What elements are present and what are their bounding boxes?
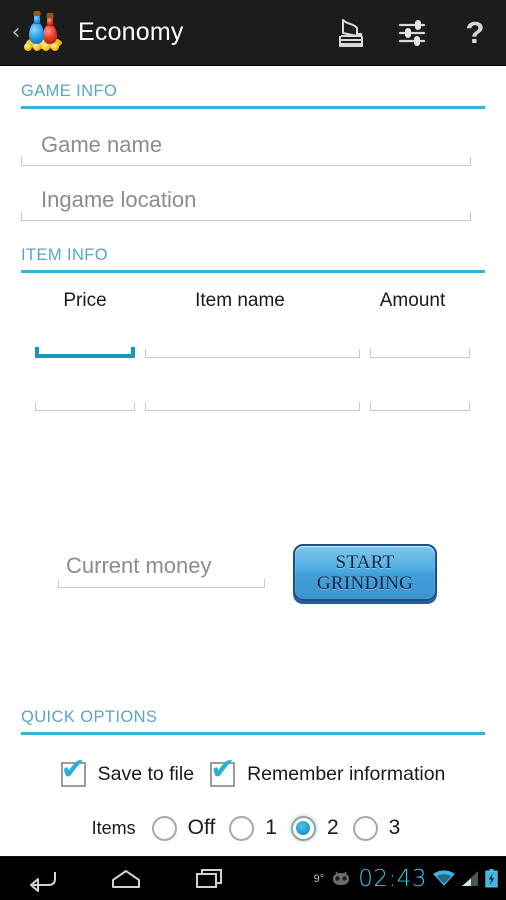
- column-header-price: Price: [63, 290, 107, 311]
- input-underline: [370, 349, 470, 358]
- notes-action-button[interactable]: [320, 0, 382, 66]
- temperature-indicator: 9°: [313, 872, 325, 885]
- section-label: ITEM INFO: [21, 246, 109, 264]
- quick-options-checkbox-row: ✔ Save to file ✔ Remember information: [0, 754, 506, 791]
- coin-shape: [42, 42, 50, 51]
- cyanogenmod-head-icon: [333, 871, 350, 885]
- section-label: QUICK OPTIONS: [21, 708, 158, 726]
- section-header-game-info: GAME INFO: [21, 82, 485, 109]
- section-divider: [21, 732, 485, 735]
- action-bar: ‹ Economy ?: [0, 0, 506, 66]
- ingame-location-placeholder: Ingame location: [41, 187, 197, 212]
- items-radio-off-label: Off: [187, 816, 216, 839]
- items-radio-1-label: 1: [265, 816, 277, 839]
- potion-neck: [33, 14, 40, 24]
- start-grinding-label: START GRINDING: [317, 552, 413, 594]
- help-question-icon: ?: [465, 15, 485, 50]
- coin-shape: [51, 42, 59, 51]
- items-radio-2-label: 2: [326, 816, 339, 839]
- back-arrow-icon: [30, 871, 56, 892]
- recent-apps-icon: [196, 868, 222, 888]
- section-divider: [21, 106, 485, 109]
- items-group-label: Items: [91, 817, 136, 838]
- item-row-2-name-input[interactable]: [145, 377, 360, 411]
- notes-stack-icon: [339, 18, 363, 47]
- item-row-2-amount-input[interactable]: [370, 377, 470, 411]
- page-title: Economy: [78, 18, 184, 46]
- wifi-icon: [433, 870, 455, 886]
- input-underline: [21, 212, 471, 221]
- potion-neck: [47, 16, 53, 26]
- ingame-location-input[interactable]: Ingame location: [21, 179, 471, 221]
- input-underline: [370, 402, 470, 411]
- tune-sliders-icon: [398, 19, 426, 46]
- check-icon: ✔: [60, 751, 86, 787]
- section-divider: [21, 270, 485, 273]
- content-area: GAME INFO Game name Ingame location ITEM…: [0, 66, 506, 856]
- start-grinding-line-2: GRINDING: [316, 572, 414, 594]
- status-clock: 02:43: [358, 865, 427, 892]
- help-action-button[interactable]: ?: [444, 0, 506, 66]
- start-grinding-line-1: START: [335, 551, 395, 573]
- section-header-item-info: ITEM INFO: [21, 246, 485, 273]
- column-header-amount: Amount: [379, 290, 446, 311]
- start-grinding-button[interactable]: START GRINDING: [293, 544, 437, 601]
- input-underline: [145, 349, 360, 358]
- check-icon: ✔: [210, 751, 236, 787]
- remember-information-checkbox[interactable]: ✔: [210, 754, 235, 787]
- item-row-1-name-input[interactable]: [145, 324, 360, 358]
- item-row-1-price-input[interactable]: [35, 324, 135, 358]
- section-header-quick-options: QUICK OPTIONS: [21, 708, 485, 735]
- input-underline: [21, 157, 471, 166]
- cellular-signal-icon: [462, 871, 478, 886]
- items-radio-3[interactable]: [352, 815, 378, 841]
- back-button[interactable]: [0, 857, 84, 900]
- home-button[interactable]: [84, 857, 168, 900]
- app-logo-icon: [24, 10, 68, 55]
- item-row-1-amount-input[interactable]: [370, 324, 470, 358]
- current-money-placeholder: Current money: [66, 553, 212, 578]
- potion-cork: [33, 10, 40, 16]
- item-row-2-price-input[interactable]: [35, 377, 135, 411]
- input-underline: [58, 579, 265, 588]
- battery-charging-icon: [485, 869, 498, 888]
- home-icon: [112, 869, 140, 888]
- input-underline: [35, 402, 135, 411]
- red-potion-shape: [43, 12, 57, 44]
- save-to-file-checkbox[interactable]: ✔: [60, 754, 86, 787]
- system-navigation-bar: 9° 02:43: [0, 856, 506, 900]
- items-radio-group: Items Off 1 2 3: [0, 811, 506, 845]
- recents-button[interactable]: [168, 857, 252, 900]
- app-root: ‹ Economy ? GAME INFO Game name Ingame l…: [0, 0, 506, 900]
- items-radio-3-label: 3: [388, 816, 401, 839]
- blue-potion-shape: [29, 10, 44, 44]
- column-header-item-name: Item name: [195, 290, 285, 311]
- settings-action-button[interactable]: [382, 0, 444, 66]
- input-underline-focused: [35, 347, 135, 358]
- items-radio-1[interactable]: [229, 815, 255, 841]
- input-underline: [145, 402, 360, 411]
- game-name-input[interactable]: Game name: [21, 124, 471, 166]
- items-radio-off[interactable]: [151, 815, 177, 841]
- section-label: GAME INFO: [21, 82, 118, 100]
- up-navigation-caret[interactable]: ‹: [8, 21, 24, 44]
- status-area: 9° 02:43: [314, 866, 506, 892]
- coin-shape: [24, 42, 32, 51]
- coin-shape: [33, 42, 41, 51]
- game-name-placeholder: Game name: [41, 132, 163, 157]
- potion-cork: [46, 12, 54, 18]
- current-money-input[interactable]: Current money: [58, 546, 265, 588]
- remember-information-label: Remember information: [247, 762, 446, 785]
- save-to-file-label: Save to file: [97, 762, 195, 785]
- items-radio-2[interactable]: [290, 815, 316, 841]
